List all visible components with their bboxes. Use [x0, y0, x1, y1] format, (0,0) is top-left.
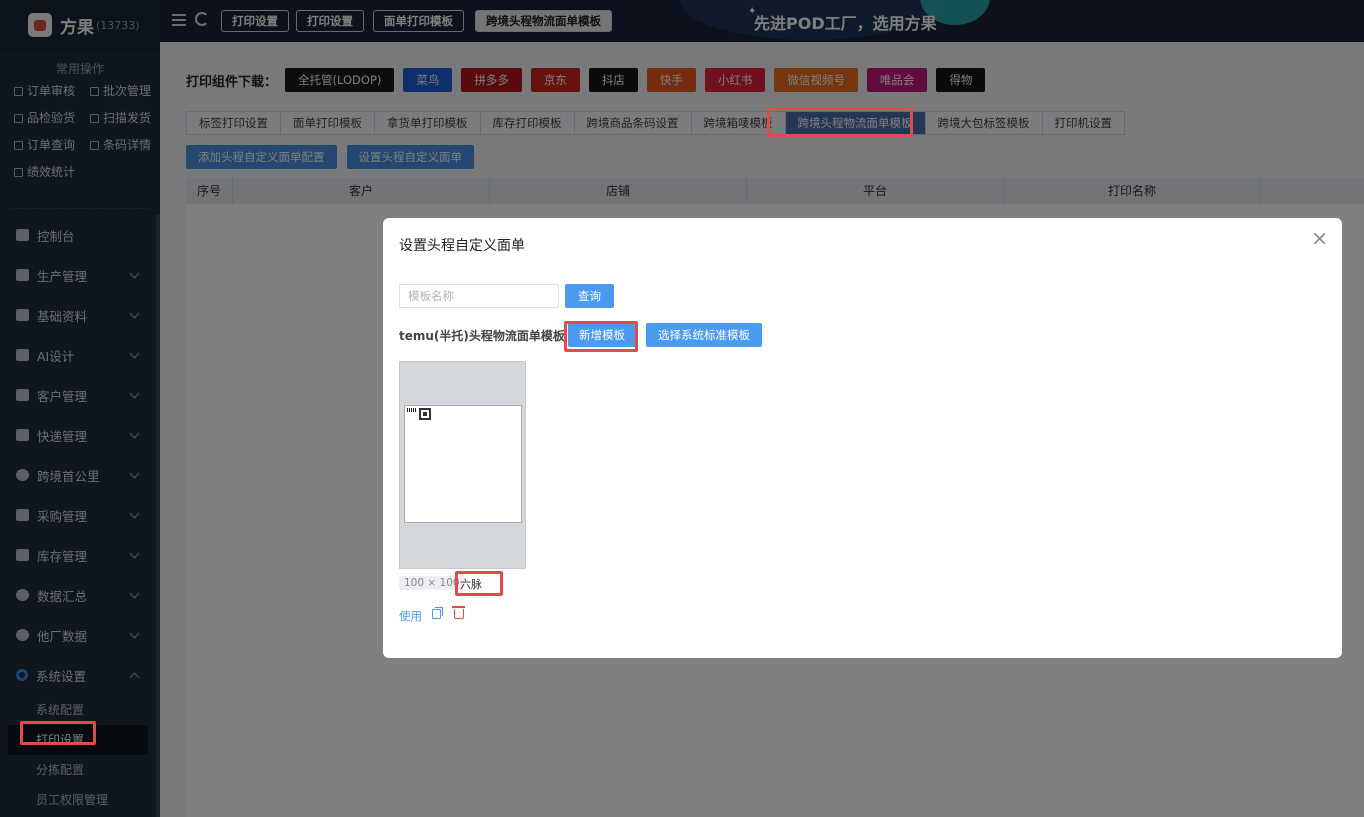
query-button[interactable]: 查询	[565, 284, 614, 308]
select-system-template-button[interactable]: 选择系统标准模板	[646, 323, 762, 347]
trash-icon[interactable]	[452, 606, 465, 619]
copy-icon[interactable]	[432, 607, 443, 619]
use-template-link[interactable]: 使用	[399, 608, 422, 624]
add-template-button[interactable]: 新增模板	[568, 323, 636, 347]
template-card[interactable]	[399, 361, 526, 569]
template-preview	[404, 405, 522, 523]
template-size: 100 × 100	[399, 576, 465, 590]
section-label: temu(半托)头程物流面单模板	[399, 329, 565, 343]
qr-code-icon	[419, 408, 431, 420]
close-icon[interactable]: ×	[1311, 228, 1328, 248]
template-name: 六脉	[460, 578, 482, 591]
custom-waybill-modal: 设置头程自定义面单 × 查询 temu(半托)头程物流面单模板 新增模板 选择系…	[383, 218, 1342, 658]
modal-title: 设置头程自定义面单	[399, 238, 525, 254]
barcode-icon	[407, 408, 417, 412]
template-name-search-input[interactable]	[399, 284, 559, 308]
